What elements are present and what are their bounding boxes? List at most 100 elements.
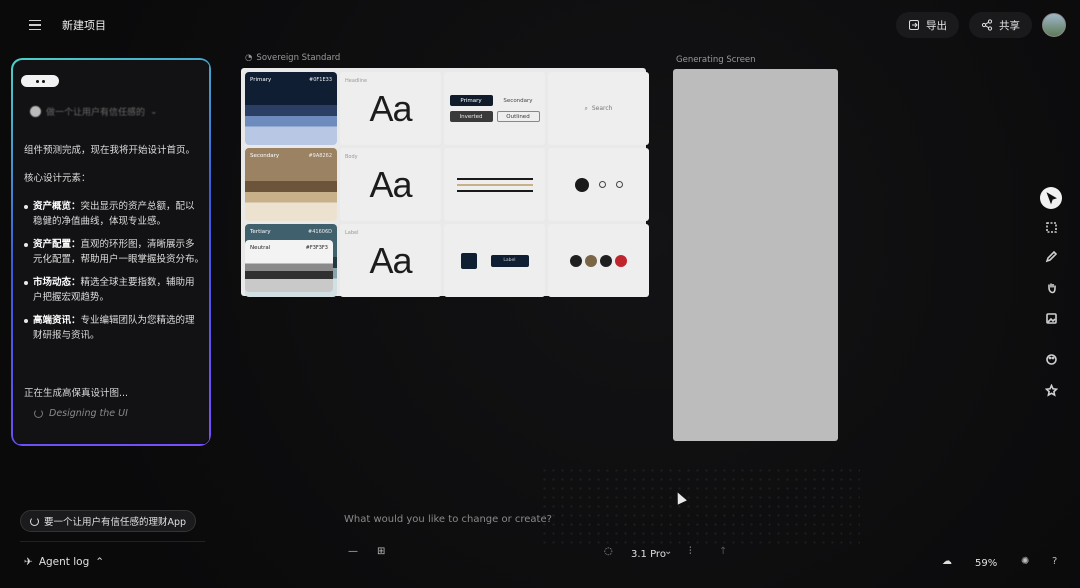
type-label-cell: Label Aa	[340, 224, 441, 297]
item-title: 高端资讯：	[33, 315, 81, 326]
home-icon	[585, 254, 597, 267]
designing-label: Designing the UI	[49, 408, 128, 419]
share-button[interactable]: 共享	[969, 12, 1032, 38]
sample-outlined-button: Outlined	[496, 111, 540, 122]
pen-tool[interactable]	[1040, 245, 1062, 267]
icon-buttons-cell	[548, 224, 649, 297]
task-chip-label: 要一个让用户有信任感的理财App	[44, 517, 187, 528]
voice-icon[interactable]: ⫶	[689, 546, 692, 557]
chat-intro: 组件预测完成，现在我将开始设计首页。	[24, 145, 196, 156]
star-icon	[1044, 383, 1058, 397]
swatch-primary: Primary #0F1E33	[245, 72, 337, 145]
swatch-name: Neutral	[250, 245, 271, 251]
generating-screen-frame[interactable]	[673, 69, 838, 441]
pen-icon	[1045, 250, 1057, 262]
user-icon	[615, 181, 623, 188]
swatch-name: Secondary	[250, 153, 280, 159]
swatch-hex: #F3F3F3	[305, 245, 328, 251]
list-item: 资产概览：突出显示的资产总额，配以稳健的净值曲线，体现专业感。	[24, 199, 204, 229]
send-icon[interactable]: ↑	[719, 546, 727, 557]
canvas-grid	[540, 466, 860, 546]
generating-frame-label[interactable]: Generating Screen	[676, 55, 756, 65]
frame-icon	[1045, 221, 1057, 233]
frame-tool[interactable]	[1040, 216, 1062, 238]
tool-icon	[570, 254, 582, 267]
home-icon	[574, 177, 589, 192]
chat-message: 组件预测完成，现在我将开始设计首页。 核心设计元素： 资产概览：突出显示的资产总…	[24, 143, 204, 351]
prompt-preview[interactable]: 做一个让用户有信任感的 ⌄	[30, 105, 158, 118]
spinner-icon	[30, 516, 39, 526]
type-headline: Headline Aa	[340, 72, 441, 145]
model-icon[interactable]: ◌	[604, 546, 613, 557]
hand-tool[interactable]	[1040, 276, 1062, 298]
palette-icon	[1045, 353, 1057, 365]
select-tool[interactable]	[1040, 187, 1062, 209]
list-item: 市场动态：精选全球主要指数，辅助用户把握宏观趋势。	[24, 275, 204, 305]
mini-buttons-cell: Label	[444, 224, 545, 297]
sample-primary-button: Primary	[449, 95, 493, 106]
image-icon	[1045, 312, 1057, 324]
type-label: Body	[345, 154, 358, 160]
prompt-input[interactable]: What would you like to change or create?	[344, 514, 552, 525]
search-cell: ⌕ Search	[548, 72, 649, 145]
swatch-hex: #9A8262	[308, 153, 332, 159]
cloud-icon[interactable]: ☁	[942, 556, 952, 567]
settings-icon[interactable]: ✺	[1021, 556, 1029, 567]
type-label: Headline	[345, 78, 368, 84]
sample-bars	[456, 174, 533, 196]
type-sample: Aa	[369, 239, 412, 281]
add-frame-icon[interactable]: ⊞	[377, 546, 385, 557]
share-icon	[981, 19, 993, 31]
generating-text: 正在生成高保真设计图...	[24, 388, 129, 399]
project-title[interactable]: 新建项目	[62, 17, 106, 33]
palette-icon: ◔	[245, 53, 253, 63]
swatch-hex: #41606D	[308, 229, 332, 235]
chevron-down-icon[interactable]: ⌄	[664, 546, 672, 557]
item-title: 资产概览：	[33, 201, 81, 212]
export-button[interactable]: 导出	[896, 12, 959, 38]
chevron-up-icon: ⌃	[95, 556, 105, 568]
swatch-neutral: Neutral #F3F3F3	[245, 240, 333, 292]
type-label: Label	[345, 230, 359, 236]
progress-cell	[444, 148, 545, 221]
chat-badge-icon	[21, 75, 59, 87]
hand-icon	[1047, 283, 1056, 293]
type-sample: Aa	[369, 87, 412, 129]
bell-icon	[600, 254, 612, 267]
share-label: 共享	[999, 19, 1020, 32]
search-icon	[598, 181, 606, 188]
swatch-secondary: Secondary #9A8262	[245, 148, 337, 221]
alert-icon	[615, 254, 627, 267]
design-system-frame-label[interactable]: ◔ Sovereign Standard	[245, 53, 340, 63]
sample-secondary-button: Secondary	[503, 97, 533, 104]
agent-log-button[interactable]: ✈ Agent log ⌃	[24, 556, 104, 568]
theme-tool[interactable]	[1040, 348, 1062, 370]
icons-cell	[548, 148, 649, 221]
menu-icon[interactable]	[22, 13, 48, 37]
favorite-tool[interactable]	[1040, 379, 1062, 401]
avatar[interactable]	[1042, 13, 1066, 37]
minus-icon[interactable]: —	[348, 546, 358, 557]
search-sample-label: Search	[591, 105, 613, 112]
zoom-level[interactable]: 59%	[975, 558, 997, 569]
buttons-cell: Primary Secondary Inverted Outlined	[444, 72, 545, 145]
sample-label-button: Label	[490, 254, 529, 267]
list-item: 资产配置：直观的环形图，清晰展示多元化配置，帮助用户一眼掌握投资分布。	[24, 237, 204, 267]
swatch-hex: #0F1E33	[309, 77, 332, 83]
export-icon	[909, 20, 919, 30]
agent-icon: ✈	[24, 556, 33, 568]
item-title: 市场动态：	[33, 277, 81, 288]
edit-icon	[460, 252, 477, 269]
type-body: Body Aa	[340, 148, 441, 221]
model-selector[interactable]: 3.1 Pro	[631, 549, 666, 560]
design-elements-list: 资产概览：突出显示的资产总额，配以稳健的净值曲线，体现专业感。 资产配置：直观的…	[24, 199, 204, 343]
agent-log-label: Agent log	[38, 556, 90, 568]
help-icon[interactable]: ?	[1052, 556, 1057, 567]
image-tool[interactable]	[1040, 307, 1062, 329]
user-avatar-icon	[30, 106, 41, 117]
divider	[20, 541, 205, 542]
export-label: 导出	[926, 19, 947, 32]
task-chip[interactable]: 要一个让用户有信任感的理财App	[20, 510, 197, 532]
designing-status: Designing the UI	[34, 408, 128, 419]
chevron-down-icon: ⌄	[150, 106, 158, 117]
